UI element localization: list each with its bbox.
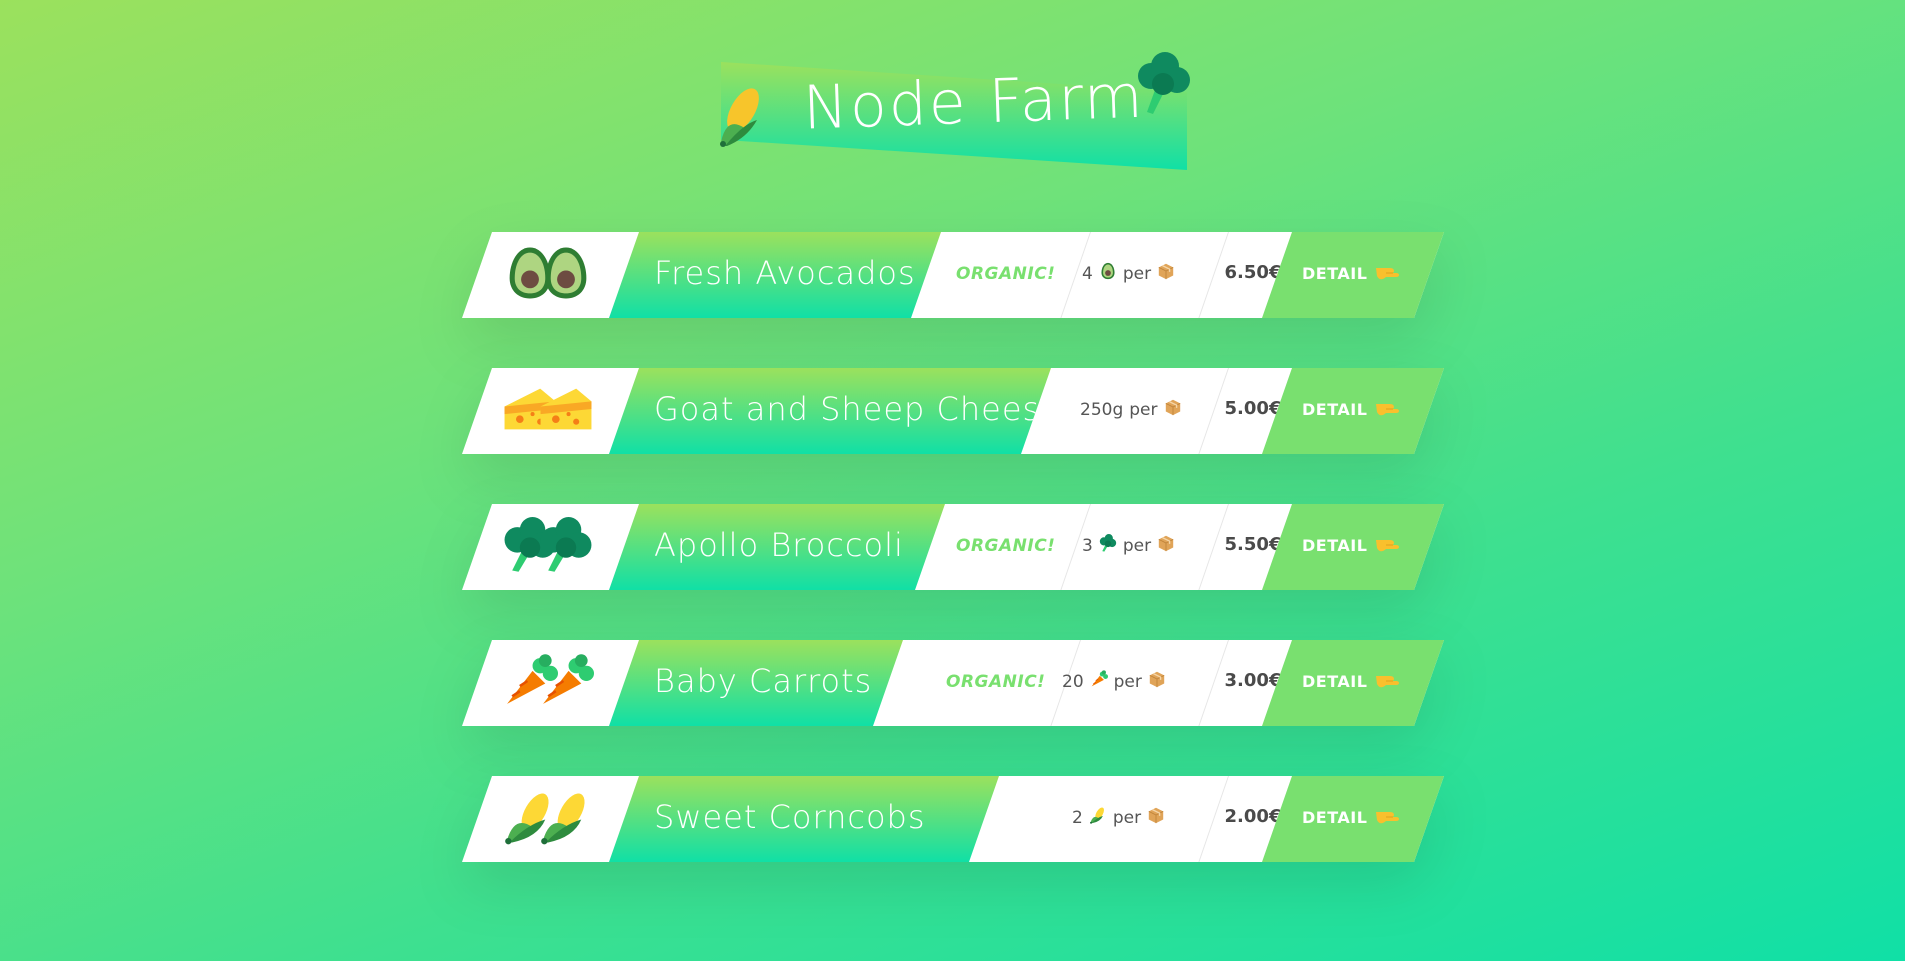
pointing-hand-icon — [1374, 670, 1400, 692]
carrot-icon — [538, 653, 594, 713]
avocado-icon — [538, 245, 594, 305]
product-image — [502, 245, 598, 305]
product-name-banner[interactable]: Fresh Avocados — [609, 232, 941, 318]
detail-label: DETAIL — [1302, 808, 1368, 827]
product-quantity: 2 per — [1072, 806, 1165, 829]
pointing-hand-icon — [1374, 262, 1400, 284]
pointing-hand-icon — [1374, 534, 1400, 556]
detail-label: DETAIL — [1302, 536, 1368, 555]
product-name-banner[interactable]: Goat and Sheep Cheese — [609, 368, 1051, 454]
corn-icon — [720, 88, 759, 147]
pointing-hand-icon — [1374, 398, 1400, 420]
pointing-hand-icon — [1374, 806, 1400, 828]
product-image — [502, 653, 598, 713]
product-name-banner[interactable]: Apollo Broccoli — [609, 504, 945, 590]
product-name[interactable]: Goat and Sheep Cheese — [654, 390, 1061, 428]
product-list: Fresh Avocados ORGANIC! 4 per 6.50€ DETAIL Goa… — [462, 232, 1444, 912]
carrot-icon — [1090, 670, 1108, 693]
product-card: Baby Carrots ORGANIC! 20 per 3.00€ DETAIL — [462, 640, 1444, 726]
broccoli-icon — [1099, 534, 1117, 557]
detail-button[interactable]: DETAIL — [1262, 368, 1444, 454]
product-card: Apollo Broccoli ORGANIC! 3 per 5.50€ DETAIL — [462, 504, 1444, 590]
product-quantity: 3 per — [1082, 534, 1175, 557]
detail-label: DETAIL — [1302, 672, 1368, 691]
product-name[interactable]: Sweet Corncobs — [654, 798, 926, 836]
corn-icon — [1089, 806, 1107, 829]
detail-button[interactable]: DETAIL — [1262, 776, 1444, 862]
box-icon — [1164, 398, 1182, 421]
product-card: Sweet Corncobs 2 per 2.00€ DETAIL — [462, 776, 1444, 862]
per-label: per — [1129, 399, 1158, 420]
product-quantity: 4 per — [1082, 262, 1175, 285]
detail-label: DETAIL — [1302, 400, 1368, 419]
corn-icon — [538, 789, 594, 849]
quantity-value: 250g — [1080, 399, 1124, 420]
detail-button[interactable]: DETAIL — [1262, 504, 1444, 590]
product-quantity: 250g per — [1080, 398, 1182, 421]
product-name[interactable]: Baby Carrots — [654, 662, 872, 700]
cheese-icon — [538, 381, 594, 441]
broccoli-icon — [538, 517, 594, 577]
quantity-value: 20 — [1062, 671, 1084, 692]
quantity-value: 3 — [1082, 535, 1093, 556]
organic-badge: ORGANIC! — [956, 264, 1056, 284]
product-quantity: 20 per — [1062, 670, 1166, 693]
box-icon — [1147, 806, 1165, 829]
avocado-icon — [1099, 262, 1117, 285]
per-label: per — [1122, 263, 1152, 284]
detail-button[interactable]: DETAIL — [1262, 232, 1444, 318]
product-name-banner[interactable]: Baby Carrots — [609, 640, 903, 726]
box-icon — [1157, 262, 1175, 285]
per-label: per — [1122, 535, 1152, 556]
product-name[interactable]: Fresh Avocados — [654, 254, 916, 292]
quantity-value: 2 — [1072, 807, 1083, 828]
product-card: Goat and Sheep Cheese 250g per 5.00€ DETAIL — [462, 368, 1444, 454]
organic-badge: ORGANIC! — [956, 536, 1056, 556]
product-card: Fresh Avocados ORGANIC! 4 per 6.50€ DETAIL — [462, 232, 1444, 318]
box-icon — [1148, 670, 1166, 693]
page-header: Node Farm — [713, 50, 1193, 180]
organic-badge: ORGANIC! — [946, 672, 1046, 692]
detail-label: DETAIL — [1302, 264, 1368, 283]
product-image — [502, 517, 598, 577]
per-label: per — [1112, 807, 1142, 828]
quantity-value: 4 — [1082, 263, 1093, 284]
detail-button[interactable]: DETAIL — [1262, 640, 1444, 726]
page-title: Node Farm — [801, 61, 1146, 144]
box-icon — [1157, 534, 1175, 557]
product-name-banner[interactable]: Sweet Corncobs — [609, 776, 999, 862]
per-label: per — [1113, 671, 1142, 692]
product-name[interactable]: Apollo Broccoli — [654, 526, 904, 564]
product-image — [502, 789, 598, 849]
product-image — [502, 381, 598, 441]
